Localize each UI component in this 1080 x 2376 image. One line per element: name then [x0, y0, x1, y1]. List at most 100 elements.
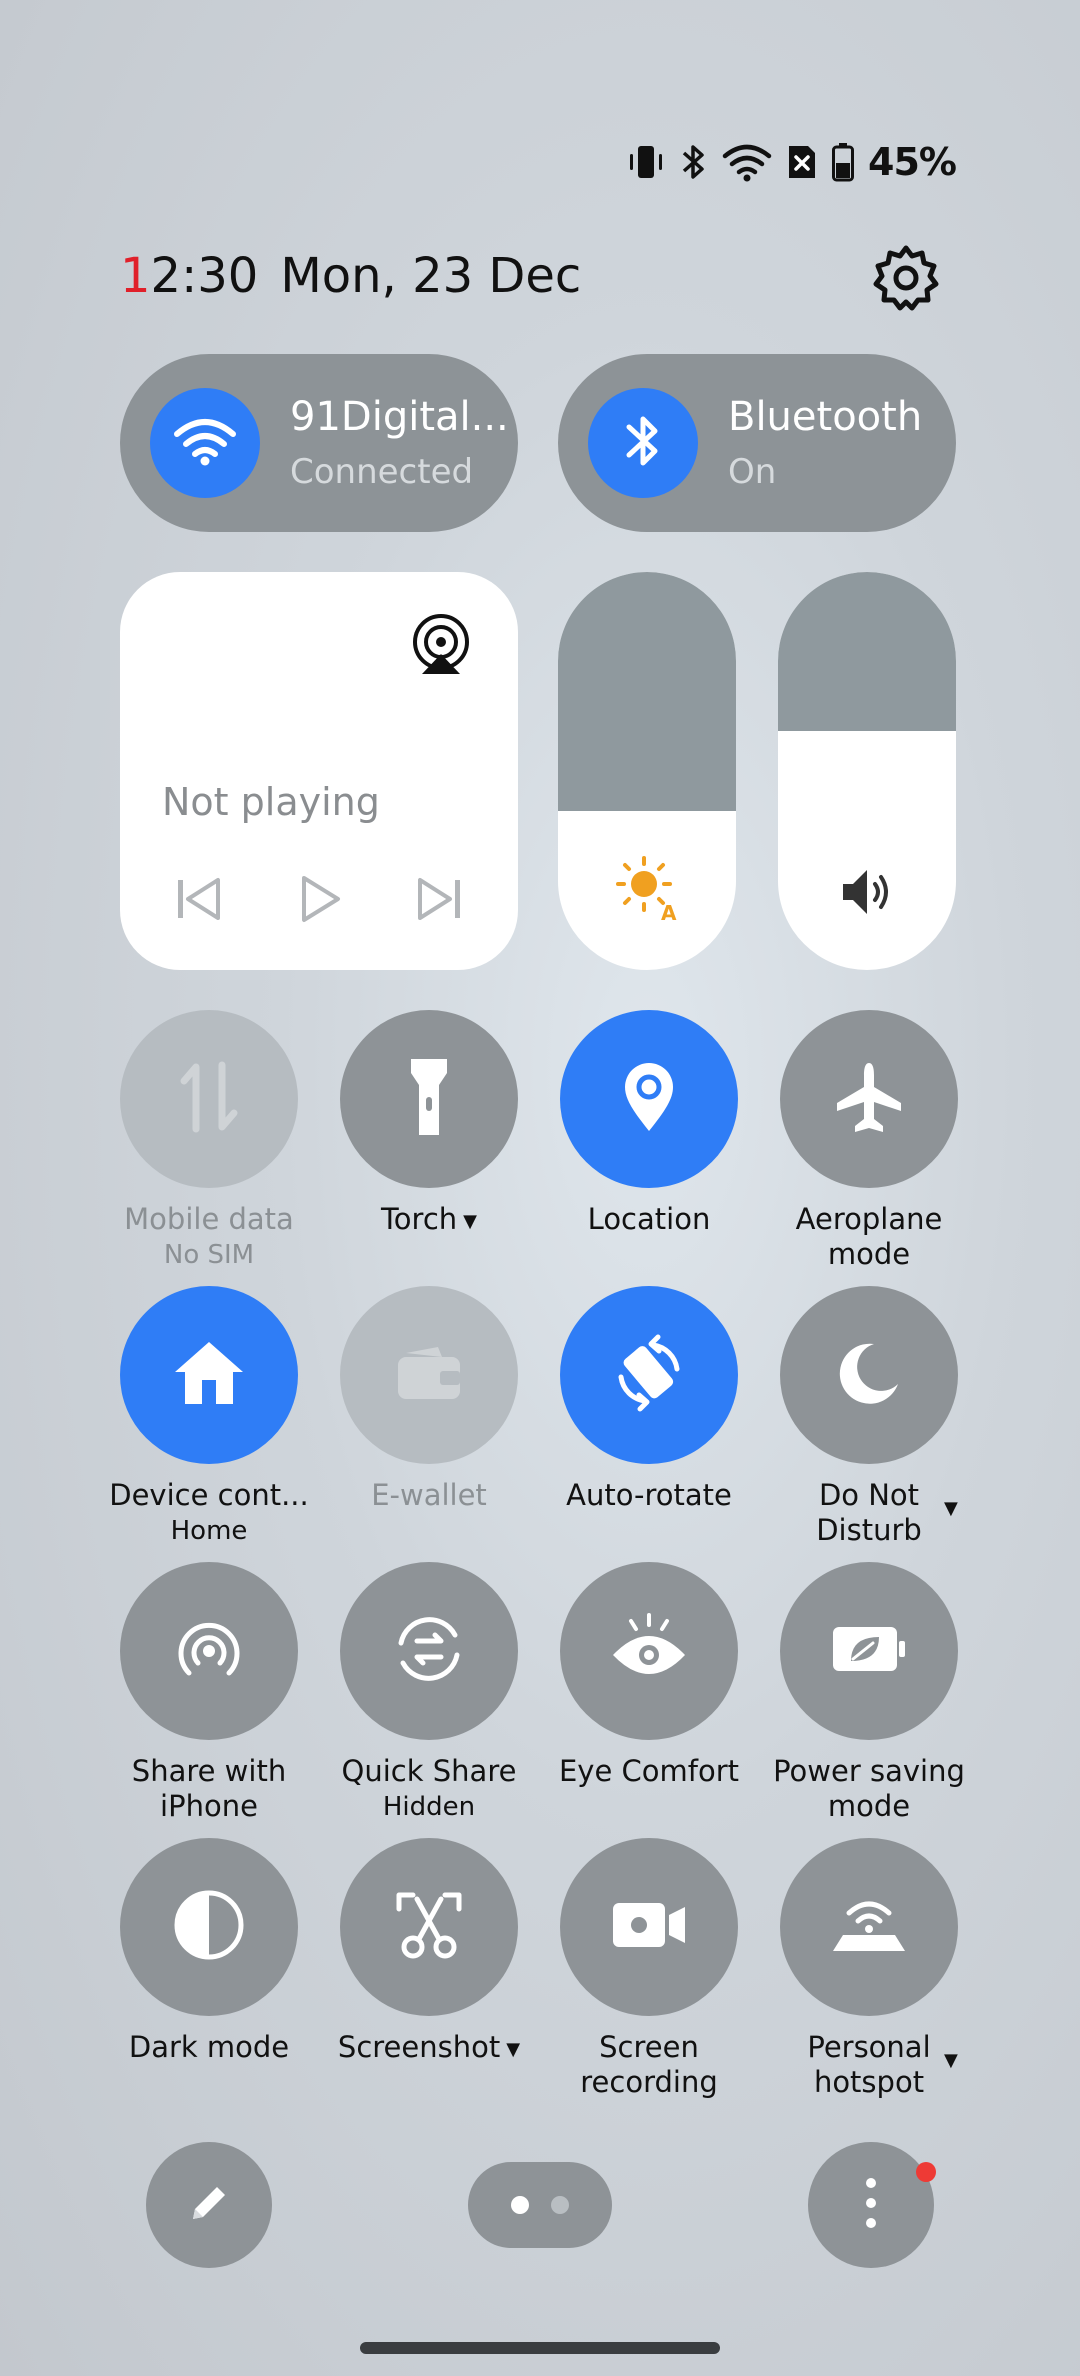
torch-dropdown-icon[interactable]: ▼: [463, 1211, 477, 1232]
torch-label: Torch: [381, 1202, 458, 1236]
share-with-iphone-tile[interactable]: Share with iPhone: [99, 1562, 319, 1824]
eye-icon: [609, 1611, 689, 1691]
wifi-tile[interactable]: 91Digital... Connected: [120, 354, 518, 532]
wifi-icon: [173, 416, 237, 470]
dark-mode-label: Dark mode: [128, 2030, 290, 2064]
mobile-data-sub: No SIM: [163, 1240, 255, 1270]
previous-icon[interactable]: [172, 872, 226, 926]
bluetooth-icon: [680, 142, 708, 182]
location-tile[interactable]: Location: [539, 1010, 759, 1237]
more-vertical-icon: [861, 2175, 881, 2235]
quick-share-sub: Hidden: [382, 1792, 476, 1822]
eye-comfort-toggle[interactable]: [560, 1562, 738, 1740]
media-player-card[interactable]: Not playing: [120, 572, 518, 970]
power-saving-line2: mode: [827, 1789, 911, 1823]
screenshot-dropdown-icon[interactable]: ▼: [506, 2039, 520, 2060]
media-status: Not playing: [162, 780, 380, 824]
location-toggle[interactable]: [560, 1010, 738, 1188]
device-controls-label: Device cont...: [109, 1478, 309, 1512]
settings-gear-icon[interactable]: [872, 244, 940, 312]
volume-slider[interactable]: [778, 572, 956, 970]
screen-recording-tile[interactable]: Screen recording: [539, 1838, 759, 2100]
auto-rotate-icon: [607, 1331, 691, 1419]
aeroplane-mode-toggle[interactable]: [780, 1010, 958, 1188]
play-icon[interactable]: [292, 872, 346, 926]
mobile-data-toggle[interactable]: [120, 1010, 298, 1188]
aeroplane-label-line1: Aeroplane: [795, 1202, 943, 1236]
hotspot-line1: Personal: [807, 2030, 931, 2064]
torch-toggle[interactable]: [340, 1010, 518, 1188]
aeroplane-label-line2: mode: [827, 1237, 911, 1271]
torch-tile[interactable]: Torch ▼: [319, 1010, 539, 1239]
cast-icon[interactable]: [408, 612, 474, 678]
screen-recording-line2: recording: [580, 2065, 718, 2099]
clock-date[interactable]: 12:30 Mon, 23 Dec: [120, 248, 581, 304]
dnd-label-line1: Do Not: [818, 1478, 920, 1512]
page-dot: [511, 2196, 529, 2214]
svg-text:A: A: [661, 901, 677, 922]
location-label: Location: [587, 1202, 711, 1236]
dark-mode-icon: [171, 1887, 247, 1967]
bluetooth-tile[interactable]: Bluetooth On: [558, 354, 956, 532]
dark-mode-toggle[interactable]: [120, 1838, 298, 2016]
quick-share-tile[interactable]: Quick Share Hidden: [319, 1562, 539, 1825]
volume-icon: [837, 862, 897, 926]
aeroplane-icon: [831, 1059, 907, 1139]
device-controls-tile[interactable]: Device cont... Home: [99, 1286, 319, 1549]
video-camera-icon: [609, 1897, 689, 1957]
next-icon[interactable]: [412, 872, 466, 926]
power-saving-line1: Power saving: [773, 1754, 965, 1788]
status-bar: 45%: [626, 138, 957, 186]
auto-rotate-toggle[interactable]: [560, 1286, 738, 1464]
share-iphone-line2: iPhone: [160, 1789, 258, 1823]
wallet-icon: [394, 1343, 464, 1407]
hotspot-icon: [829, 1893, 909, 1961]
eye-comfort-label: Eye Comfort: [558, 1754, 740, 1788]
more-options-button[interactable]: [808, 2142, 934, 2268]
notification-dot: [916, 2162, 936, 2182]
dark-mode-tile[interactable]: Dark mode: [99, 1838, 319, 2065]
wifi-toggle[interactable]: [150, 388, 260, 498]
bluetooth-title: Bluetooth: [728, 394, 923, 440]
e-wallet-tile[interactable]: E-wallet: [319, 1286, 539, 1513]
dnd-dropdown-icon[interactable]: ▼: [944, 1498, 958, 1519]
aeroplane-mode-tile[interactable]: Aeroplane mode: [759, 1010, 979, 1272]
dnd-label-line2: Disturb: [816, 1513, 922, 1547]
brightness-slider[interactable]: A: [558, 572, 736, 970]
wifi-network-name: 91Digital...: [290, 394, 509, 440]
page-dot: [551, 2196, 569, 2214]
screenshot-toggle[interactable]: [340, 1838, 518, 2016]
battery-percent: 45%: [868, 140, 957, 184]
share-signal-icon: [171, 1611, 247, 1691]
e-wallet-label: E-wallet: [371, 1478, 487, 1512]
screen-recording-toggle[interactable]: [560, 1838, 738, 2016]
mobile-data-icon: [174, 1057, 244, 1141]
quick-share-label: Quick Share: [341, 1754, 517, 1788]
power-saving-tile[interactable]: Power saving mode: [759, 1562, 979, 1824]
personal-hotspot-toggle[interactable]: [780, 1838, 958, 2016]
battery-icon: [832, 142, 855, 182]
device-controls-toggle[interactable]: [120, 1286, 298, 1464]
quick-share-toggle[interactable]: [340, 1562, 518, 1740]
e-wallet-toggle[interactable]: [340, 1286, 518, 1464]
page-indicator[interactable]: [468, 2162, 612, 2248]
screenshot-tile[interactable]: Screenshot ▼: [319, 1838, 539, 2067]
hotspot-dropdown-icon[interactable]: ▼: [944, 2050, 958, 2071]
power-saving-toggle[interactable]: [780, 1562, 958, 1740]
do-not-disturb-toggle[interactable]: [780, 1286, 958, 1464]
auto-brightness-sun-icon: A: [612, 852, 682, 926]
mobile-data-tile[interactable]: Mobile data No SIM: [99, 1010, 319, 1273]
volume-track: [778, 572, 956, 732]
edit-button[interactable]: [146, 2142, 272, 2268]
share-with-iphone-toggle[interactable]: [120, 1562, 298, 1740]
bluetooth-status: On: [728, 452, 777, 492]
quick-share-icon: [391, 1611, 467, 1691]
auto-rotate-label: Auto-rotate: [566, 1478, 732, 1512]
eye-comfort-tile[interactable]: Eye Comfort: [539, 1562, 759, 1789]
bluetooth-toggle[interactable]: [588, 388, 698, 498]
auto-rotate-tile[interactable]: Auto-rotate: [539, 1286, 759, 1513]
no-sim-icon: [786, 142, 818, 182]
vibrate-icon: [626, 142, 666, 182]
bluetooth-icon: [623, 409, 663, 477]
home-indicator[interactable]: [360, 2342, 720, 2354]
